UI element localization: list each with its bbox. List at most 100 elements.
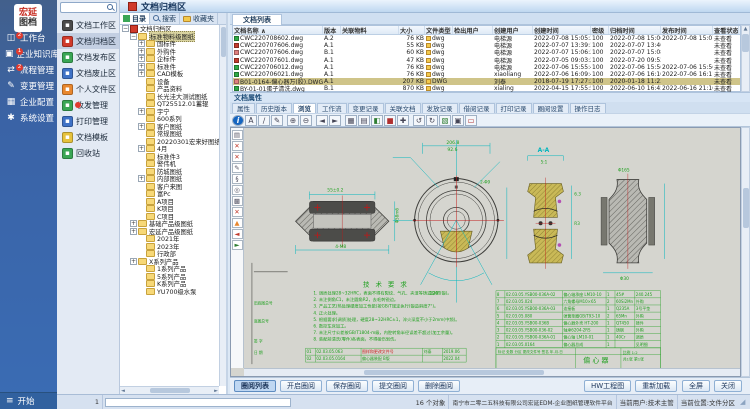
column-header-type[interactable]: 文件类型 [425,26,453,34]
file-row[interactable]: B01-0164-偏心器万(胶).DWGA.1207 KBDWG刘泰2018-0… [233,78,740,85]
menu-item-文档模板[interactable]: ▪文档模板 [57,129,119,145]
redline-icon[interactable]: ▭ [465,115,477,126]
sidebar-item-企业配置[interactable]: ▦企业配置 [0,94,57,110]
hatch-icon[interactable]: ▧ [439,115,451,126]
table-vertical-scrollbar[interactable]: ▲ [741,25,750,92]
file-row[interactable]: CWC220707601.dwgA.147 KBdwg电梯源2022-07-05… [233,57,740,64]
button-开启圈阅[interactable]: 开启圈阅 [280,380,322,392]
prop-tab-变更记录[interactable]: 变更记录 [348,103,384,113]
column-header-name[interactable]: 文档名称 ∧ [233,26,323,34]
scroll-left-icon[interactable]: ◄ [121,388,125,394]
start-button[interactable]: ≡ 开始 [0,392,57,409]
sidebar-item-企业知识库[interactable]: ▣1企业知识库 [0,46,57,62]
sidebar-item-流程管理[interactable]: ⇄2流程管理 [0,62,57,78]
file-row[interactable]: CWC220706012.dwgA.176 KBdwg电梯源2022-07-06… [233,64,740,71]
file-row[interactable]: CWC220707606.dwgB.160 KBdwg电梯源2022-07-07… [233,49,740,56]
redo-icon[interactable]: ↻ [426,115,438,126]
tree-tab-收藏夹[interactable]: 收藏夹 [180,13,218,24]
tree-tab-搜索[interactable]: 搜索 [150,13,180,24]
column-header-level[interactable]: 密级 [591,26,609,34]
grid-icon[interactable]: ▦ [345,115,357,126]
button-提交圈阅[interactable]: 提交圈阅 [372,380,414,392]
zoom-in-icon[interactable]: ⊕ [287,115,299,126]
prop-tab-关联文档[interactable]: 关联文档 [385,103,421,113]
tab-document-list[interactable]: 文档列表 [232,14,282,25]
stamp-round-icon[interactable]: ◎ [232,185,243,195]
button-保存圈阅[interactable]: 保存圈阅 [326,380,368,392]
column-header-archived[interactable]: 归档时间 [609,26,661,34]
menu-item-文档废止区[interactable]: ▪文档废止区 [57,65,119,81]
scroll-up-icon[interactable]: ▲ [744,26,748,32]
button-圈阅列表[interactable]: 圈阅列表 [234,380,276,392]
file-row[interactable]: CWC220707606.dwgA.155 KBdwg电梯源2022-07-07… [233,42,740,49]
button-HW工程图[interactable]: HW工程图 [584,380,631,392]
back-icon[interactable]: ◄ [232,229,243,239]
column-header-checkout[interactable]: 检出用户 [453,26,493,34]
annotate-icon[interactable]: ✎ [232,163,243,173]
invalid-stamp-icon[interactable]: ✕ [232,152,243,162]
stamp-icon[interactable]: ■ [384,115,396,126]
file-row[interactable]: CWC220706021.dwgA.176 KBdwgxiaoliang2022… [233,71,740,78]
sidebar-item-工作台[interactable]: ◫2工作台 [0,30,57,46]
pan-left-icon[interactable]: ◄ [316,115,328,126]
zoom-out-icon[interactable]: ⊖ [300,115,312,126]
layers-icon[interactable]: ▤ [358,115,370,126]
tree-expander-icon[interactable]: + [138,145,145,152]
menu-item-文档发布区[interactable]: ▪文档发布区 [57,49,119,65]
tree-expander-icon[interactable]: + [138,108,145,115]
tree-expander-icon[interactable]: − [130,33,137,40]
prop-tab-属性[interactable]: 属性 [232,103,255,113]
tree-item[interactable]: 20220301宏来好图纸 [120,138,219,146]
menu-search-input[interactable] [61,3,107,12]
menu-item-文档归档区[interactable]: ▪文档归档区 [57,33,119,49]
button-关闭[interactable]: 关闭 [714,380,742,392]
column-header-created[interactable]: 创建时间 [533,26,591,34]
column-header-size[interactable]: 大小 [399,26,425,34]
seal-icon[interactable]: § [232,174,243,184]
sidebar-item-系统设置[interactable]: ✱系统设置 [0,110,57,126]
fill-icon[interactable]: ◧ [371,115,383,126]
frame-icon[interactable]: ▣ [452,115,464,126]
tree-expander-icon[interactable]: + [138,48,145,55]
canvas-vertical-scrollbar[interactable] [741,127,750,377]
button-全屏[interactable]: 全屏 [682,380,710,392]
reject-stamp-icon[interactable]: ✕ [232,141,243,151]
button-重新加载[interactable]: 重新加载 [635,380,677,392]
prop-tab-圈阅设置[interactable]: 圈阅设置 [533,103,569,113]
tree-horizontal-scrollbar[interactable]: ◄ ► [120,386,219,394]
prop-tab-浏览[interactable]: 浏览 [293,103,316,113]
canvas-horizontal-scrollbar[interactable] [244,368,740,376]
tree-expander-icon[interactable]: + [138,175,145,182]
button-删除圈阅[interactable]: 删除圈阅 [418,380,460,392]
cad-preview-canvas[interactable]: ▤✕✕✎§◎▩✕▲◄► [230,127,741,377]
pencil-icon[interactable]: ✎ [271,115,283,126]
prop-tab-发放记录[interactable]: 发放记录 [422,103,458,113]
scroll-right-icon[interactable]: ► [214,388,218,394]
prop-tab-借阅记录[interactable]: 借阅记录 [459,103,495,113]
sidebar-item-变更管理[interactable]: ✎变更管理 [0,78,57,94]
line-icon[interactable]: ∕ [258,115,270,126]
column-header-published[interactable]: 发布时间 [661,26,713,34]
delete-mark-icon[interactable]: ✕ [232,207,243,217]
tree-expander-icon[interactable]: + [138,40,145,47]
menu-item-回收站[interactable]: ▪回收站 [57,145,119,161]
prop-tab-操作日志[interactable]: 操作日志 [570,103,606,113]
column-header-material[interactable]: 关联物料 [341,26,399,34]
watermark-icon[interactable]: ▩ [232,196,243,206]
prop-tab-打印记录[interactable]: 打印记录 [496,103,532,113]
menu-item-收发管理[interactable]: ▪收发管理 [57,97,119,113]
menu-item-打印管理[interactable]: ▪打印管理 [57,113,119,129]
menu-item-个人文件区[interactable]: ▪个人文件区 [57,81,119,97]
column-header-version[interactable]: 版本 [323,26,341,34]
doc-icon[interactable]: ▤ [232,130,243,140]
warning-icon[interactable]: ▲ [232,218,243,228]
tree-expander-icon[interactable]: + [130,228,137,235]
tree-expander-icon[interactable]: + [138,63,145,70]
tree-expander-icon[interactable]: + [138,123,145,130]
tree-tab-目录[interactable]: 目录 [120,13,150,24]
prop-tab-工作流[interactable]: 工作流 [317,103,347,113]
info-icon[interactable]: i [232,115,244,126]
undo-icon[interactable]: ↺ [413,115,425,126]
column-header-status[interactable]: 查看状态 [713,26,739,34]
tree-expander-icon[interactable]: + [138,55,145,62]
